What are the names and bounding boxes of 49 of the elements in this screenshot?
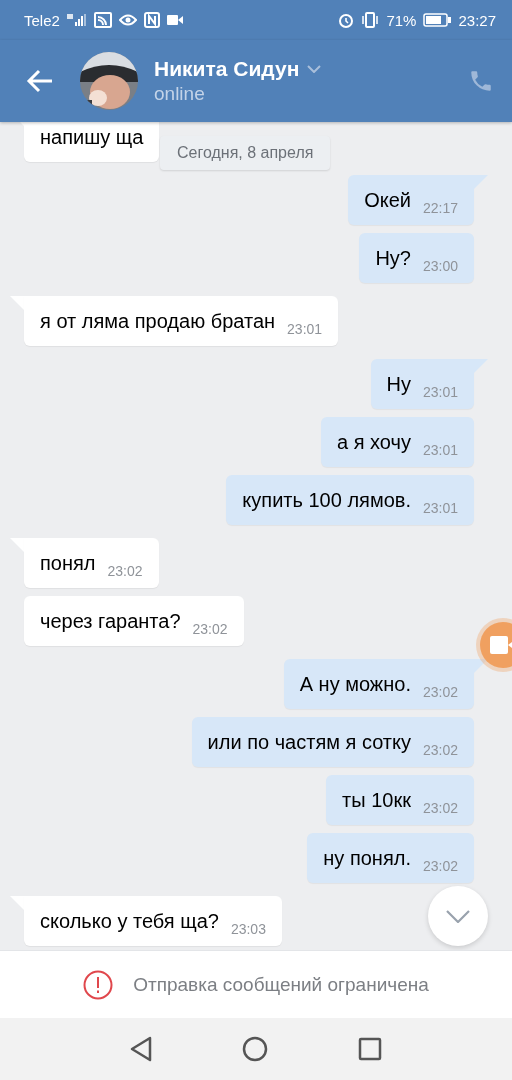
video-icon [166, 15, 183, 25]
nfc-icon [143, 12, 160, 28]
message-time: 23:01 [422, 500, 458, 516]
eye-icon [118, 13, 137, 27]
message-text: понял [40, 551, 96, 576]
message-text: Ну? [375, 246, 411, 271]
message-text: через гаранта? [40, 609, 181, 634]
battery-percent: 71% [386, 11, 417, 29]
online-status: online [154, 83, 206, 105]
notice-text: Отправка сообщений ограничена [133, 973, 429, 996]
chevron-down-icon [446, 909, 470, 923]
message-time: 22:17 [422, 200, 458, 216]
back-nav-icon[interactable] [130, 1036, 152, 1062]
message-text: ты 10кк [342, 788, 411, 813]
contact-name[interactable]: Никита Сидун [154, 57, 300, 81]
recents-nav-icon[interactable] [358, 1037, 382, 1061]
message-time: 23:01 [422, 384, 458, 400]
cast-icon [93, 12, 112, 28]
message-text: купить 100 лямов. [242, 488, 411, 513]
message-text: напишу ща [40, 125, 144, 150]
message-time: 23:01 [422, 442, 458, 458]
message-time: 23:03 [230, 921, 266, 937]
message-text: сколько у тебя ща? [40, 909, 219, 934]
message-time: 23:02 [192, 621, 228, 637]
carrier-name: Tele2 [24, 11, 60, 29]
message-text: ну понял. [323, 846, 411, 871]
message-text: а я хочу [337, 430, 411, 455]
message-text: или по частям я сотку [207, 730, 411, 755]
alarm-icon [338, 12, 355, 28]
message-time: 23:02 [422, 800, 458, 816]
message-text: я от ляма продаю братан [40, 309, 276, 334]
message-time: 23:02 [107, 563, 143, 579]
vibrate-icon [361, 12, 380, 28]
message-text: Окей [364, 188, 411, 213]
video-camera-icon [490, 636, 512, 654]
message-time: 23:02 [422, 858, 458, 874]
home-nav-icon[interactable] [242, 1036, 268, 1062]
message-time: 23:01 [287, 321, 323, 337]
signal-icon [66, 14, 87, 26]
warning-icon [83, 969, 114, 1000]
message-text: А ну можно. [299, 672, 411, 697]
message-time: 23:02 [422, 742, 458, 758]
battery-icon [423, 13, 452, 27]
message-time: 23:02 [422, 684, 458, 700]
chevron-down-icon[interactable] [307, 65, 322, 73]
message-time: 23:00 [422, 258, 458, 274]
clock: 23:27 [458, 11, 496, 29]
message-text: Ну [386, 372, 411, 397]
back-icon[interactable] [26, 69, 54, 93]
